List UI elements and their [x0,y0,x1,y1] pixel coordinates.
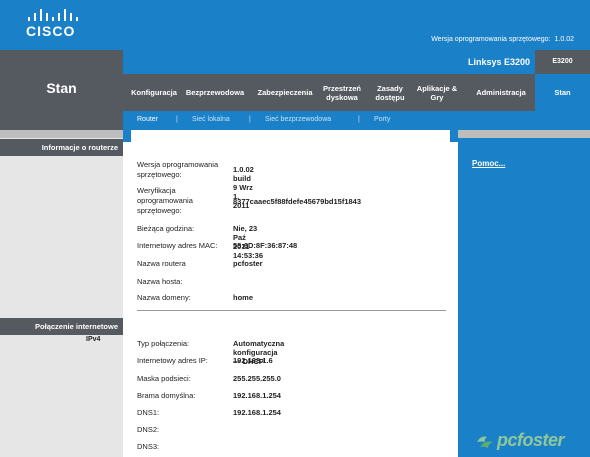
info-label: Nazwa routera [137,259,186,268]
info-value: 255.255.255.0 [233,374,281,383]
subnav-separator: | [176,116,178,123]
firmware-version-top: Wersja oprogramowania sprzętowego: 1.0.02 [431,36,574,43]
info-label: Weryfikacja oprogramowania sprzętowego: [137,186,193,215]
info-label: Nazwa hosta: [137,277,183,286]
model-bar: Linksys E3200 E3200 [123,50,590,74]
left-column [0,138,123,457]
model-code: E3200 [535,50,590,74]
top-header: CISCO Wersja oprogramowania sprzętowego:… [0,0,590,50]
section-divider [137,310,446,311]
firmware-version-value: 1.0.02 [554,36,574,43]
cisco-logo: CISCO [26,9,78,39]
ipv4-label: IPv4 [86,336,101,343]
pcfoster-logo-icon [477,436,493,448]
pcfoster-watermark: pcfoster [476,430,565,451]
info-label: Internetowy adres MAC: [137,241,218,250]
info-value: 58:6D:8F:36:87:48 [233,241,298,250]
info-label: DNS2: [137,425,160,434]
model-name: Linksys E3200 [467,57,530,67]
section-heading-router-info: Informacje o routerze [0,139,123,156]
cisco-logo-bars-icon [28,9,78,21]
subnav-separator: | [249,116,251,123]
info-label: DNS1: [137,408,160,417]
menu-item-stan[interactable]: Stan [535,74,590,111]
info-label: Internetowy adres IP: [137,356,208,365]
info-label: Wersja oprogramowania sprzętowego: [137,160,219,179]
logo-text: CISCO [26,23,76,39]
menu-item-administracja[interactable]: Administracja [470,88,532,97]
help-link[interactable]: Pomoc... [472,159,505,168]
menu-item-aplikacje-gry[interactable]: Aplikacje & Gry [413,84,461,102]
watermark-text: pcfoster [497,430,565,450]
page-title-block: Stan [0,50,123,130]
sub-navigation: Router | Sieć lokalna | Sieć bezprzewodo… [123,111,590,130]
info-label: DNS3: [137,442,160,451]
menu-item-zasady-dostepu[interactable]: Zasady dostępu [368,84,412,102]
menu-item-przestrzen-dyskowa[interactable]: Przestrzeń dyskowa [319,84,365,102]
corner-left [123,130,131,142]
menu-item-bezprzewodowa[interactable]: Bezprzewodowa [182,88,248,97]
info-value: 192.168.1.254 [233,408,281,417]
info-value: home [233,293,254,302]
info-value: 8377caaec5f88fdefe45679bd15f1843 [233,197,362,206]
subnav-siec-bezprzewodowa[interactable]: Sieć bezprzewodowa [265,116,331,123]
section-heading-internet: Połączenie internetowe [0,318,123,335]
info-value: pcfoster [233,259,263,268]
menu-item-konfiguracja[interactable]: Konfiguracja [128,88,180,97]
page-title: Stan [46,80,77,96]
info-label: Typ połączenia: [137,339,190,348]
menu-item-stan-label: Stan [554,88,571,97]
help-panel [458,138,590,457]
corner-right [450,130,458,142]
info-value: 192.168.1.6 [233,356,273,365]
firmware-version-label: Wersja oprogramowania sprzętowego: [431,36,551,43]
subnav-siec-lokalna[interactable]: Sieć lokalna [192,116,230,123]
subnav-router[interactable]: Router [137,116,158,123]
main-menu: Konfiguracja Bezprzewodowa Zabezpieczeni… [123,74,590,111]
menu-item-zabezpieczenia[interactable]: Zabezpieczenia [252,88,318,97]
info-value: 192.168.1.254 [233,391,281,400]
info-label: Bieżąca godzina: [137,224,195,233]
info-label: Nazwa domeny: [137,293,191,302]
info-label: Maska podsieci: [137,374,191,383]
info-label: Brama domyślna: [137,391,196,400]
subnav-separator: | [358,116,360,123]
subnav-porty[interactable]: Porty [374,116,390,123]
